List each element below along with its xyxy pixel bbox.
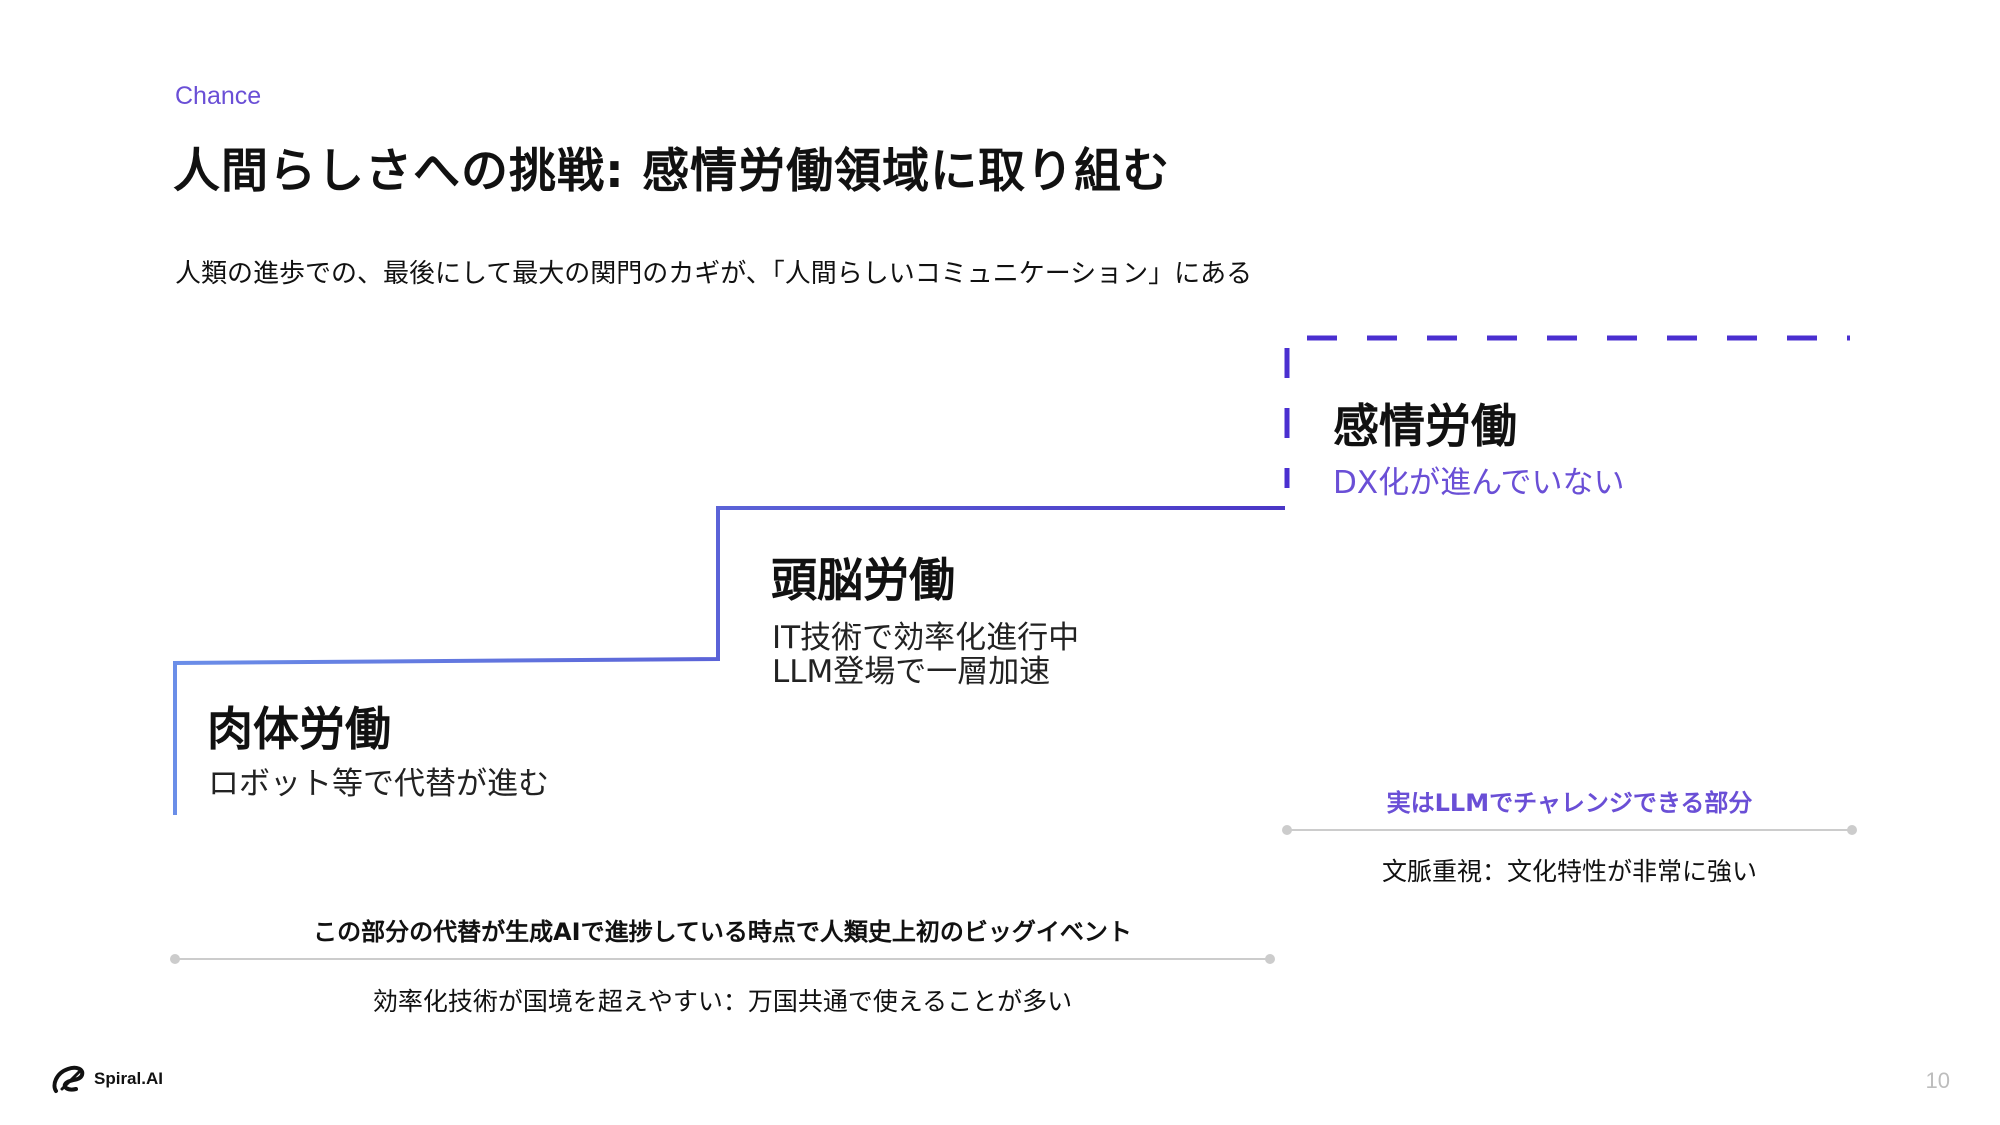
left-rule-dot-start	[170, 954, 180, 964]
right-rule-dot-end	[1847, 825, 1857, 835]
slide: Chance 人間らしさへの挑戦: 感情労働領域に取り組む 人類の進歩での、最後…	[0, 0, 2000, 1125]
right-rule-dot-start	[1282, 825, 1292, 835]
spiral-logo-icon	[52, 1065, 85, 1093]
left-note-sub: 効率化技術が国境を超えやすい：万国共通で使えることが多い	[372, 987, 1073, 1016]
left-note-label: この部分の代替が生成AIで進捗している時点で人類史上初のビッグイベント	[313, 918, 1132, 946]
company-logo: Spiral.AI	[50, 1063, 163, 1095]
page-number: 10	[1925, 1068, 1950, 1093]
step-physical-title: 肉体労働	[207, 702, 391, 756]
right-note-label: 実はLLMでチャレンジできる部分	[1386, 789, 1753, 817]
step-intellectual-desc-2: LLM登場で一層加速	[772, 654, 1051, 690]
step-emotional-desc: DX化が進んでいない	[1333, 465, 1625, 501]
step-intellectual-desc-1: IT技術で効率化進行中	[772, 620, 1080, 656]
logo-text: Spiral.AI	[94, 1069, 163, 1088]
right-note-sub: 文脈重視：文化特性が非常に強い	[1381, 857, 1757, 886]
staircase-diagram	[170, 335, 1857, 964]
step-physical-desc: ロボット等で代替が進む	[208, 766, 549, 802]
step-intellectual-title: 頭脳労働	[771, 553, 955, 607]
left-rule-dot-end	[1265, 954, 1275, 964]
step-emotional-title: 感情労働	[1333, 399, 1517, 453]
